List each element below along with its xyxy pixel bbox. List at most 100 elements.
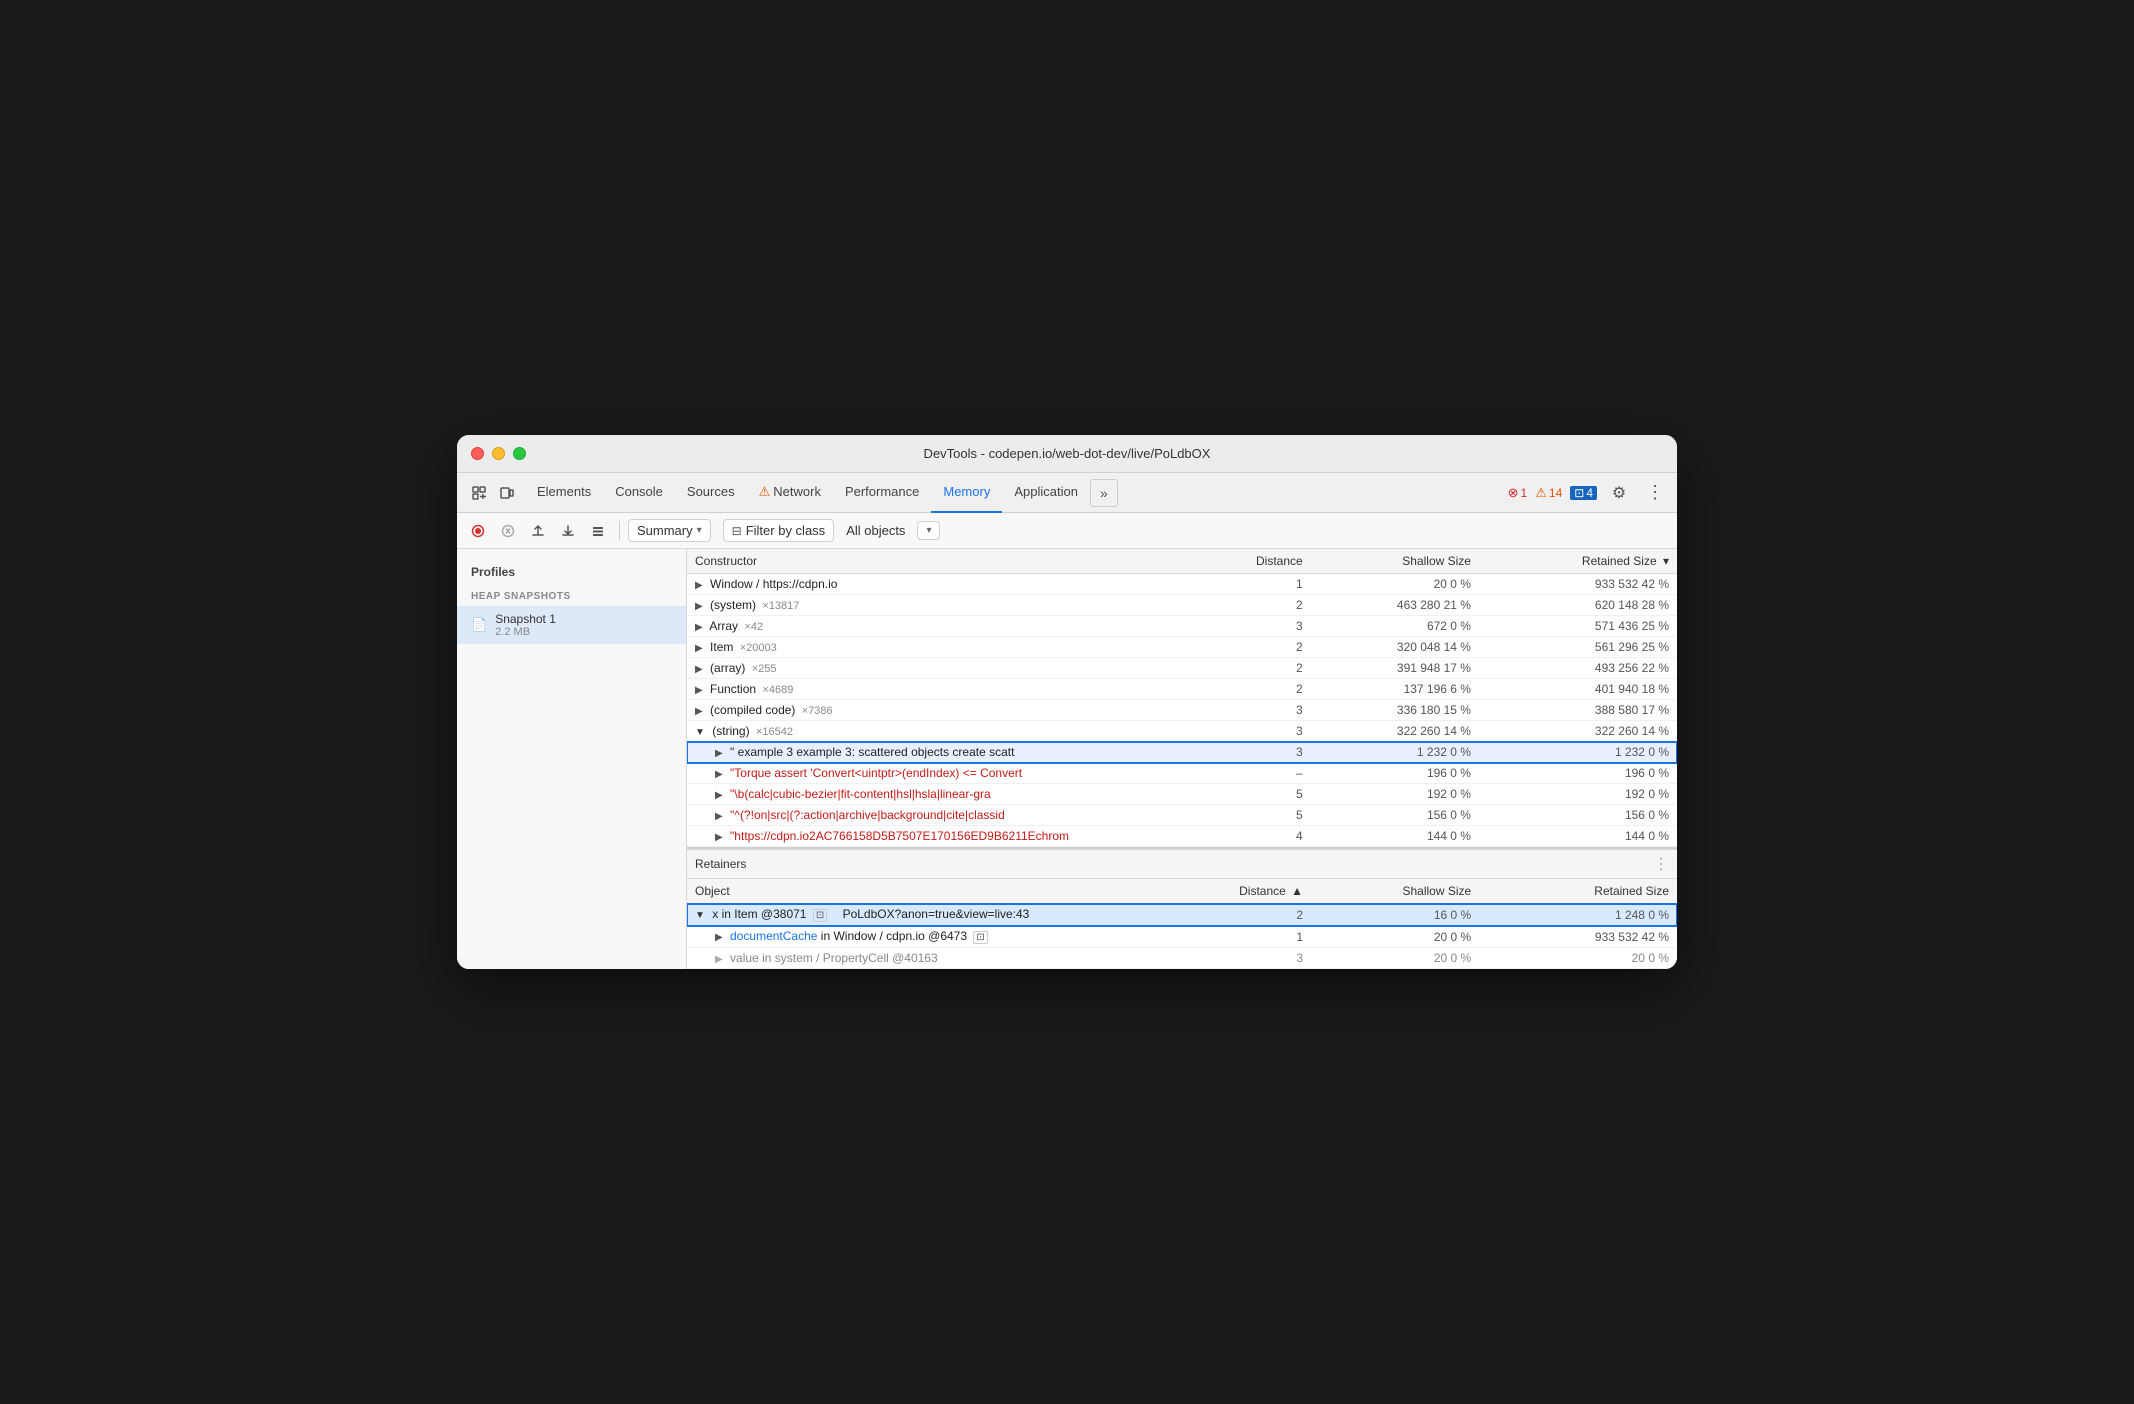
upload-button[interactable] (525, 518, 551, 544)
retained-cell: 401 940 18 % (1479, 679, 1677, 700)
table-row[interactable]: ▶ (system) ×13817 2 463 280 21 % 620 148… (687, 595, 1677, 616)
device-icon[interactable] (493, 479, 521, 507)
ret-retained-header[interactable]: Retained Size (1479, 879, 1677, 904)
constructor-cell: ▶ "https://cdpn.io2AC766158D5B7507E17015… (687, 826, 1232, 847)
elements-tab-label: Elements (537, 484, 591, 499)
expand-arrow[interactable]: ▶ (715, 769, 723, 780)
expand-arrow[interactable]: ▼ (695, 910, 705, 921)
inspect-icon[interactable] (465, 479, 493, 507)
table-area: Constructor Distance Shallow Size Retain… (687, 549, 1677, 969)
table-row[interactable]: ▶ (compiled code) ×7386 3 336 180 15 % 3… (687, 700, 1677, 721)
retained-cell: 156 0 % (1479, 805, 1677, 826)
table-row[interactable]: ▼ (string) ×16542 3 322 260 14 % 322 260… (687, 721, 1677, 742)
constructor-cell: ▶ (system) ×13817 (687, 595, 1232, 616)
expand-arrow[interactable]: ▶ (715, 832, 723, 843)
sidebar-item-snapshot1[interactable]: 📄 Snapshot 1 2.2 MB (457, 606, 686, 644)
retainer-row-selected[interactable]: ▼ x in Item @38071 ⊡ PoLdbOX?anon=true&v… (687, 904, 1677, 926)
tab-sources[interactable]: Sources (675, 473, 747, 513)
expand-arrow[interactable]: ▶ (695, 643, 703, 654)
ret-distance-header[interactable]: Distance ▲ (1231, 879, 1311, 904)
table-row-highlighted[interactable]: ▶ " example 3 example 3: scattered objec… (687, 742, 1677, 763)
retainer-row[interactable]: ▶ value in system / PropertyCell @40163 … (687, 948, 1677, 969)
retainer-object-cell: ▶ documentCache in Window / cdpn.io @647… (687, 926, 1231, 948)
shallow-cell: 137 196 6 % (1311, 679, 1479, 700)
table-row[interactable]: ▶ (array) ×255 2 391 948 17 % 493 256 22… (687, 658, 1677, 679)
devtools-body: Elements Console Sources ⚠ Network Perfo… (457, 473, 1677, 969)
minimize-button[interactable] (492, 447, 505, 460)
tab-network[interactable]: ⚠ Network (747, 473, 833, 513)
record-button[interactable] (465, 518, 491, 544)
filter-by-class-label: Filter by class (746, 523, 825, 538)
table-row[interactable]: ▶ Function ×4689 2 137 196 6 % 401 940 1… (687, 679, 1677, 700)
warn-badge[interactable]: ⚠ 14 (1535, 485, 1562, 501)
window-tag-icon2: ⊡ (973, 931, 987, 944)
tab-performance[interactable]: Performance (833, 473, 931, 513)
distance-cell: 1 (1232, 574, 1311, 595)
constructor-value: (string) (712, 724, 749, 738)
retainer-object-value: x in Item @38071 (712, 907, 806, 921)
count-value: ×42 (744, 621, 763, 633)
constructor-cell: ▶ (compiled code) ×7386 (687, 700, 1232, 721)
sidebar: Profiles HEAP SNAPSHOTS 📄 Snapshot 1 2.2… (457, 549, 687, 969)
objects-dropdown[interactable]: ▾ (917, 521, 940, 540)
close-button[interactable] (471, 447, 484, 460)
filter-by-class-button[interactable]: ⊟ Filter by class (723, 519, 835, 542)
expand-arrow[interactable]: ▶ (695, 580, 703, 591)
tab-application[interactable]: Application (1002, 473, 1090, 513)
error-badge[interactable]: ⊗ 1 (1508, 485, 1528, 501)
clear-button[interactable] (585, 518, 611, 544)
distance-cell: 2 (1232, 679, 1311, 700)
more-tabs-button[interactable]: » (1090, 479, 1118, 507)
constructor-value: " example 3 example 3: scattered objects… (730, 745, 1014, 759)
retainer-object-value: value in system / PropertyCell @40163 (730, 951, 938, 965)
table-row[interactable]: ▶ Item ×20003 2 320 048 14 % 561 296 25 … (687, 637, 1677, 658)
expand-arrow[interactable]: ▶ (695, 601, 703, 612)
more-menu-button[interactable]: ⋮ (1641, 479, 1669, 507)
shallow-cell: 322 260 14 % (1311, 721, 1479, 742)
expand-arrow[interactable]: ▶ (715, 748, 723, 759)
expand-arrow[interactable]: ▶ (715, 954, 723, 965)
shallow-cell: 336 180 15 % (1311, 700, 1479, 721)
retainers-header: Retainers ⋮ (687, 849, 1677, 879)
retainer-link[interactable]: PoLdbOX?anon=true&view=live:43 (843, 907, 1030, 921)
expand-arrow[interactable]: ▶ (715, 932, 723, 943)
more-tabs-label: » (1100, 485, 1108, 501)
top-table-wrap[interactable]: Constructor Distance Shallow Size Retain… (687, 549, 1677, 847)
snapshot-size: 2.2 MB (495, 626, 556, 638)
ret-shallow-header[interactable]: Shallow Size (1311, 879, 1479, 904)
table-row[interactable]: ▶ Window / https://cdpn.io 1 20 0 % 933 … (687, 574, 1677, 595)
tab-memory[interactable]: Memory (931, 473, 1002, 513)
retained-size-header[interactable]: Retained Size ▾ (1479, 549, 1677, 574)
expand-arrow[interactable]: ▶ (695, 685, 703, 696)
info-badge[interactable]: ⊡ 4 (1570, 486, 1597, 500)
network-warn-icon: ⚠ (759, 484, 771, 500)
expand-arrow[interactable]: ▼ (695, 727, 705, 738)
table-row[interactable]: ▶ "^(?!on|src|(?:action|archive|backgrou… (687, 805, 1677, 826)
table-row[interactable]: ▶ "Torque assert 'Convert<uintptr>(endIn… (687, 763, 1677, 784)
download-button[interactable] (555, 518, 581, 544)
constructor-value: "Torque assert 'Convert<uintptr>(endInde… (730, 766, 1022, 780)
table-row[interactable]: ▶ "https://cdpn.io2AC766158D5B7507E17015… (687, 826, 1677, 847)
stop-button[interactable] (495, 518, 521, 544)
retainer-row[interactable]: ▶ documentCache in Window / cdpn.io @647… (687, 926, 1677, 948)
maximize-button[interactable] (513, 447, 526, 460)
shallow-cell: 144 0 % (1311, 826, 1479, 847)
tab-elements[interactable]: Elements (525, 473, 603, 513)
expand-arrow[interactable]: ▶ (695, 622, 703, 633)
expand-arrow[interactable]: ▶ (715, 811, 723, 822)
settings-button[interactable]: ⚙ (1605, 479, 1633, 507)
application-tab-label: Application (1014, 484, 1078, 499)
ret-sort-arrow: ▲ (1291, 884, 1303, 898)
expand-arrow[interactable]: ▶ (695, 706, 703, 717)
summary-dropdown[interactable]: Summary ▾ (628, 519, 711, 542)
main-area: Profiles HEAP SNAPSHOTS 📄 Snapshot 1 2.2… (457, 549, 1677, 969)
expand-arrow[interactable]: ▶ (695, 664, 703, 675)
table-row[interactable]: ▶ Array ×42 3 672 0 % 571 436 25 % (687, 616, 1677, 637)
expand-arrow[interactable]: ▶ (715, 790, 723, 801)
tab-console[interactable]: Console (603, 473, 675, 513)
shallow-size-header[interactable]: Shallow Size (1311, 549, 1479, 574)
table-row[interactable]: ▶ "\b(calc|cubic-bezier|fit-content|hsl|… (687, 784, 1677, 805)
constructor-value: "\b(calc|cubic-bezier|fit-content|hsl|hs… (730, 787, 991, 801)
ret-retained-cell: 20 0 % (1479, 948, 1677, 969)
retained-cell: 561 296 25 % (1479, 637, 1677, 658)
